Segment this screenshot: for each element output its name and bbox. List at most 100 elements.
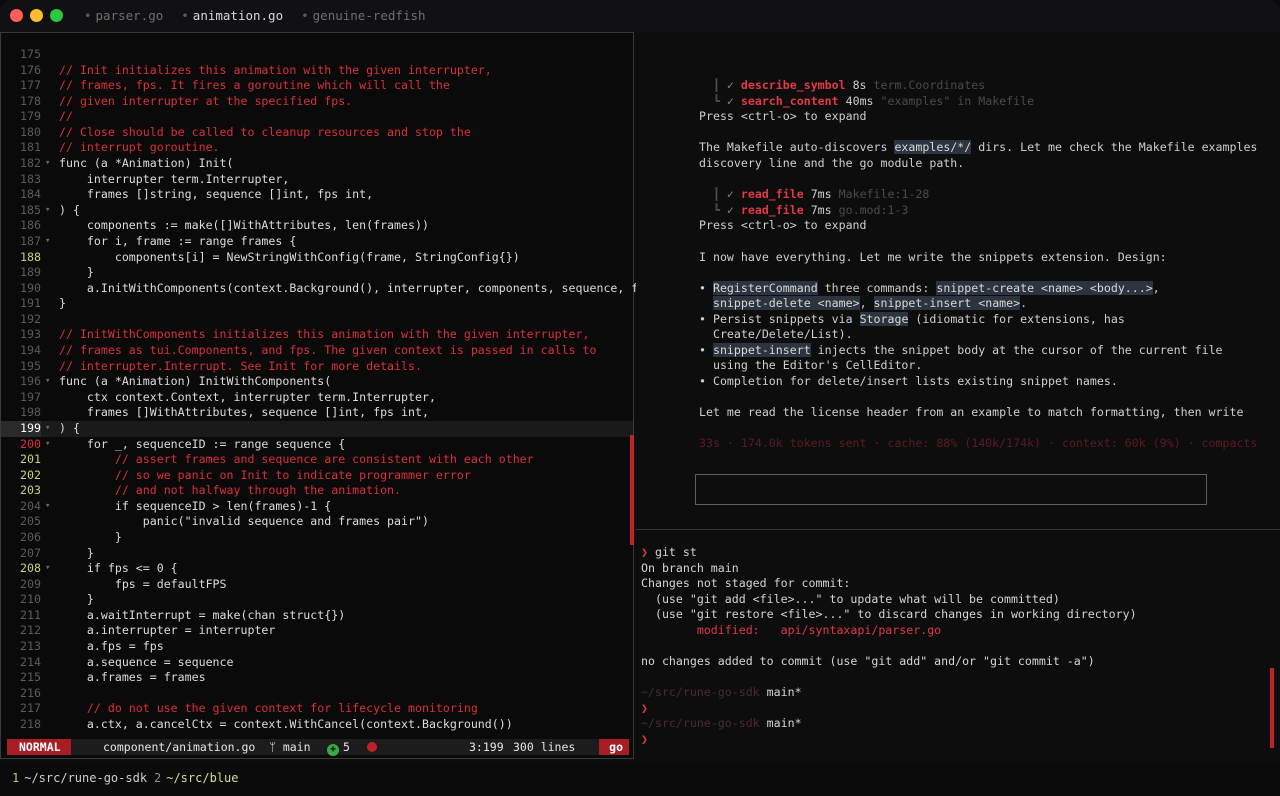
code-line[interactable]: 203 // and not halfway through the anima…	[1, 483, 631, 499]
code-line[interactable]: 175	[1, 47, 631, 63]
line-number: 186	[20, 218, 41, 233]
code-text: }	[59, 545, 94, 560]
fold-chevron-icon[interactable]: ▾	[45, 374, 50, 390]
tab-parser-go[interactable]: • parser.go	[84, 8, 163, 23]
code-text: if fps <= 0 {	[59, 561, 178, 576]
tab-genuine-redfish[interactable]: • genuine-redfish	[301, 8, 425, 23]
code-line[interactable]: 211 a.waitInterrupt = make(chan struct{}…	[1, 608, 631, 624]
tool-time: 40ms	[845, 94, 874, 108]
code-text: for i, frame := range frames {	[59, 233, 297, 248]
code-line[interactable]: 215 a.frames = frames	[1, 670, 631, 686]
fold-chevron-icon[interactable]: ▾	[45, 561, 50, 577]
code-comment: // frames, fps. It fires a goroutine whi…	[59, 78, 450, 93]
code-line[interactable]: 179 //	[1, 109, 631, 125]
code-line[interactable]: 201 // assert frames and sequence are co…	[1, 452, 631, 468]
code-line[interactable]: 181 // interrupt goroutine.	[1, 140, 631, 156]
command-text: git st	[654, 545, 697, 559]
tab-animation-go[interactable]: • animation.go	[181, 8, 283, 23]
status-branch: ᛘ main	[269, 740, 311, 754]
fold-chevron-icon[interactable]: ▾	[45, 499, 50, 515]
inline-code: Storage	[859, 312, 909, 326]
fold-chevron-icon[interactable]: ▾	[45, 421, 50, 437]
code-line[interactable]: 176 // Init initializes this animation wi…	[1, 63, 631, 79]
code-line[interactable]: 200 ▾ for _, sequenceID := range sequence…	[1, 437, 631, 453]
tool-call-search-content[interactable]: ┗ ✓ search_content 40ms "examples" in Ma…	[699, 94, 1034, 110]
fold-chevron-icon[interactable]: ▾	[45, 234, 50, 250]
status-language: go	[599, 739, 629, 755]
modified-label: modified:	[641, 623, 781, 637]
code-line[interactable]: 193 // InitWithComponents initializes thi…	[1, 327, 631, 343]
bullet-item: • snippet-insert injects the snippet bod…	[699, 343, 1223, 357]
code-line[interactable]: 177 // frames, fps. It fires a goroutine …	[1, 78, 631, 94]
status-added-count: +5	[327, 739, 350, 756]
code-line[interactable]: 185 ▾) {	[1, 203, 631, 219]
fold-chevron-icon[interactable]: ▾	[45, 437, 50, 453]
code-line[interactable]: 202 // so we panic on Init to indicate p…	[1, 468, 631, 484]
code-line[interactable]: 209 fps = defaultFPS	[1, 577, 631, 593]
code-line[interactable]: 196 ▾ func (a *Animation) InitWithComponen…	[1, 374, 631, 390]
terminal-output: On branch main	[641, 561, 739, 575]
code-line[interactable]: 207 }	[1, 546, 631, 562]
workspace-2[interactable]: 2 ~/src/blue	[154, 771, 238, 785]
tool-arg: Makefile:1-28	[838, 187, 930, 201]
code-line[interactable]: 178 // given interrupter at the specified…	[1, 94, 631, 110]
code-line[interactable]: 190 a.InitWithComponents(context.Backgro…	[1, 281, 659, 297]
code-line[interactable]: 198 frames []WithAttributes, sequence []…	[1, 405, 631, 421]
line-number: 218	[20, 716, 41, 731]
code-line[interactable]: 189 }	[1, 265, 631, 281]
code-line[interactable]: 216	[1, 686, 631, 702]
code-line[interactable]: 214 a.sequence = sequence	[1, 655, 631, 671]
code-line[interactable]: 187 ▾ for i, frame := range frames {	[1, 234, 631, 250]
line-number: 191	[20, 296, 41, 311]
code-line[interactable]: 217 // do not use the given context for …	[1, 701, 631, 717]
code-line[interactable]: 212 a.interrupter = interrupter	[1, 623, 631, 639]
code-line[interactable]: 186 components := make([]WithAttributes,…	[1, 218, 631, 234]
code-line[interactable]: 204 ▾ if sequenceID > len(frames)-1 {	[1, 499, 631, 515]
code-line[interactable]: 182 ▾ func (a *Animation) Init(	[1, 156, 631, 172]
mode-indicator: NORMAL	[7, 739, 71, 755]
terminal-scroll-indicator[interactable]	[1270, 668, 1274, 748]
code-line[interactable]: 199 ▾) {	[1, 420, 633, 437]
error-indicator-icon	[367, 742, 377, 752]
code-line[interactable]: 206 }	[1, 530, 631, 546]
code-line[interactable]: 180 // Close should be called to cleanup …	[1, 125, 631, 141]
code-line[interactable]: 213 a.fps = fps	[1, 639, 631, 655]
line-number: 179	[20, 109, 41, 124]
fold-chevron-icon[interactable]: ▾	[45, 203, 50, 219]
code-line[interactable]: 197 ctx context.Context, interrupter ter…	[1, 390, 631, 406]
code-line[interactable]: 195 // interrupter.Interrupt. See Init fo…	[1, 359, 631, 375]
tool-call-describe-symbol[interactable]: ┃ ✓ describe_symbol 8s term.Coordinates	[699, 78, 985, 94]
tool-call-read-file[interactable]: ┃ ✓ read_file 7ms Makefile:1-28	[699, 187, 929, 203]
line-number: 212	[20, 623, 41, 638]
dot-icon: •	[84, 8, 92, 23]
code-text: }	[59, 592, 94, 607]
code-editor-pane[interactable]: NORMAL component/animation.go ᛘ main +5 …	[0, 32, 659, 759]
close-window-button[interactable]	[10, 9, 23, 22]
code-line[interactable]: 191}	[1, 296, 631, 312]
code-line[interactable]: 184 frames []string, sequence []int, fps…	[1, 187, 631, 203]
line-number: 197	[20, 389, 41, 404]
workspace-1[interactable]: 1 ~/src/rune-go-sdk	[12, 771, 147, 785]
code-line[interactable]: 218 a.ctx, a.cancelCtx = context.WithCan…	[1, 717, 631, 733]
minimize-window-button[interactable]	[30, 9, 43, 22]
pane-divider[interactable]	[636, 529, 1280, 530]
shell-prompt-glyph[interactable]: ❯	[641, 732, 648, 748]
tool-call-read-file-2[interactable]: ┗ ✓ read_file 7ms go.mod:1-3	[699, 203, 909, 219]
code-comment: // Close should be called to cleanup res…	[59, 124, 471, 139]
inline-code: snippet-insert <name>	[873, 296, 1021, 310]
code-line[interactable]: 210 }	[1, 592, 631, 608]
maximize-window-button[interactable]	[50, 9, 63, 22]
editor-scroll-indicator[interactable]	[630, 435, 634, 545]
bullet-item-cont: Create/Delete/List).	[699, 327, 853, 343]
fold-chevron-icon[interactable]: ▾	[45, 156, 50, 172]
line-number: 182	[20, 156, 41, 171]
code-line[interactable]: 188 components[i] = NewStringWithConfig(…	[1, 250, 631, 266]
code-line[interactable]: 208 ▾ if fps <= 0 {	[1, 561, 631, 577]
agent-input-field[interactable]	[695, 474, 1207, 505]
text: Completion for delete/insert lists exist…	[712, 374, 1118, 388]
code-line[interactable]: 183 interrupter term.Interrupter,	[1, 172, 631, 188]
code-line[interactable]: 205 panic("invalid sequence and frames p…	[1, 514, 631, 530]
code-text: frames []WithAttributes, sequence []int,…	[59, 405, 429, 420]
code-line[interactable]: 194 // frames as tui.Components, and fps.…	[1, 343, 631, 359]
code-line[interactable]: 192	[1, 312, 631, 328]
